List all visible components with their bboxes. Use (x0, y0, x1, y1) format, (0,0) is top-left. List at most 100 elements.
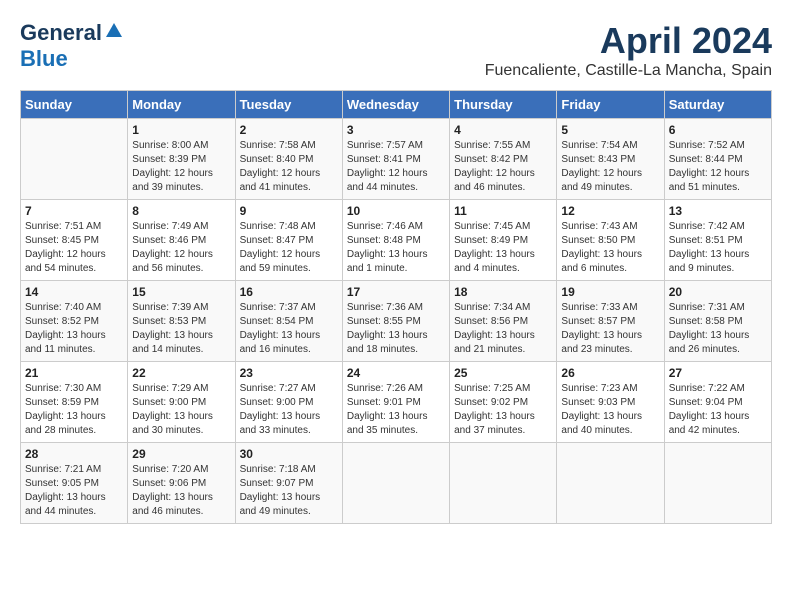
day-number: 30 (240, 447, 338, 461)
day-number: 10 (347, 204, 445, 218)
day-content: Sunrise: 7:31 AM Sunset: 8:58 PM Dayligh… (669, 301, 767, 357)
calendar-week-4: 21Sunrise: 7:30 AM Sunset: 8:59 PM Dayli… (21, 362, 772, 443)
day-content: Sunrise: 7:22 AM Sunset: 9:04 PM Dayligh… (669, 382, 767, 438)
day-number: 8 (132, 204, 230, 218)
day-content: Sunrise: 7:33 AM Sunset: 8:57 PM Dayligh… (561, 301, 659, 357)
calendar-cell (664, 443, 771, 524)
calendar-cell: 29 Sunrise: 7:20 AM Sunset: 9:06 PM Dayli… (128, 443, 235, 524)
header-cell-thursday: Thursday (450, 91, 557, 119)
day-number: 26 (561, 366, 659, 380)
header-cell-friday: Friday (557, 91, 664, 119)
day-number: 13 (669, 204, 767, 218)
calendar-cell: 2 Sunrise: 7:58 AM Sunset: 8:40 PM Daylig… (235, 119, 342, 200)
day-content: Sunrise: 7:57 AM Sunset: 8:41 PM Dayligh… (347, 139, 445, 195)
day-content: Sunrise: 7:26 AM Sunset: 9:01 PM Dayligh… (347, 382, 445, 438)
logo: General Blue (20, 20, 124, 72)
day-content: Sunrise: 7:39 AM Sunset: 8:53 PM Dayligh… (132, 301, 230, 357)
day-number: 7 (25, 204, 123, 218)
day-content: Sunrise: 7:21 AM Sunset: 9:05 PM Dayligh… (25, 463, 123, 519)
header-cell-monday: Monday (128, 91, 235, 119)
day-content: Sunrise: 7:51 AM Sunset: 8:45 PM Dayligh… (25, 220, 123, 276)
page-subtitle: Fuencaliente, Castille-La Mancha, Spain (485, 62, 772, 80)
day-number: 27 (669, 366, 767, 380)
logo-blue: Blue (20, 46, 68, 71)
calendar-cell: 14 Sunrise: 7:40 AM Sunset: 8:52 PM Dayli… (21, 281, 128, 362)
calendar-cell: 18Sunrise: 7:34 AM Sunset: 8:56 PM Dayli… (450, 281, 557, 362)
header-cell-sunday: Sunday (21, 91, 128, 119)
day-number: 11 (454, 204, 552, 218)
calendar-cell: 3 Sunrise: 7:57 AM Sunset: 8:41 PM Daylig… (342, 119, 449, 200)
day-number: 20 (669, 285, 767, 299)
calendar-week-1: 1Sunrise: 8:00 AM Sunset: 8:39 PM Daylig… (21, 119, 772, 200)
calendar-cell: 9Sunrise: 7:48 AM Sunset: 8:47 PM Daylig… (235, 200, 342, 281)
calendar-cell: 28 Sunrise: 7:21 AM Sunset: 9:05 PM Dayli… (21, 443, 128, 524)
day-number: 14 (25, 285, 123, 299)
calendar-cell: 7 Sunrise: 7:51 AM Sunset: 8:45 PM Daylig… (21, 200, 128, 281)
day-number: 2 (240, 123, 338, 137)
calendar-cell (21, 119, 128, 200)
day-content: Sunrise: 7:48 AM Sunset: 8:47 PM Dayligh… (240, 220, 338, 276)
calendar-week-2: 7 Sunrise: 7:51 AM Sunset: 8:45 PM Daylig… (21, 200, 772, 281)
day-content: Sunrise: 7:37 AM Sunset: 8:54 PM Dayligh… (240, 301, 338, 357)
calendar-cell: 25Sunrise: 7:25 AM Sunset: 9:02 PM Dayli… (450, 362, 557, 443)
header-cell-saturday: Saturday (664, 91, 771, 119)
day-content: Sunrise: 7:40 AM Sunset: 8:52 PM Dayligh… (25, 301, 123, 357)
calendar-cell: 13Sunrise: 7:42 AM Sunset: 8:51 PM Dayli… (664, 200, 771, 281)
calendar-cell (557, 443, 664, 524)
day-number: 19 (561, 285, 659, 299)
title-area: April 2024 Fuencaliente, Castille-La Man… (485, 20, 772, 80)
day-number: 22 (132, 366, 230, 380)
day-number: 5 (561, 123, 659, 137)
calendar-cell: 1Sunrise: 8:00 AM Sunset: 8:39 PM Daylig… (128, 119, 235, 200)
calendar-cell: 11 Sunrise: 7:45 AM Sunset: 8:49 PM Dayli… (450, 200, 557, 281)
calendar-cell (342, 443, 449, 524)
day-content: Sunrise: 7:49 AM Sunset: 8:46 PM Dayligh… (132, 220, 230, 276)
day-number: 24 (347, 366, 445, 380)
day-content: Sunrise: 7:58 AM Sunset: 8:40 PM Dayligh… (240, 139, 338, 195)
day-number: 1 (132, 123, 230, 137)
header-cell-tuesday: Tuesday (235, 91, 342, 119)
day-number: 3 (347, 123, 445, 137)
day-number: 16 (240, 285, 338, 299)
calendar-cell (450, 443, 557, 524)
day-number: 28 (25, 447, 123, 461)
day-number: 18 (454, 285, 552, 299)
day-content: Sunrise: 7:23 AM Sunset: 9:03 PM Dayligh… (561, 382, 659, 438)
calendar-header-row: SundayMondayTuesdayWednesdayThursdayFrid… (21, 91, 772, 119)
day-number: 23 (240, 366, 338, 380)
day-number: 6 (669, 123, 767, 137)
calendar-cell: 26 Sunrise: 7:23 AM Sunset: 9:03 PM Dayli… (557, 362, 664, 443)
logo-general: General (20, 20, 102, 46)
calendar-cell: 27 Sunrise: 7:22 AM Sunset: 9:04 PM Dayli… (664, 362, 771, 443)
day-content: Sunrise: 7:30 AM Sunset: 8:59 PM Dayligh… (25, 382, 123, 438)
header-cell-wednesday: Wednesday (342, 91, 449, 119)
day-content: Sunrise: 7:27 AM Sunset: 9:00 PM Dayligh… (240, 382, 338, 438)
day-content: Sunrise: 7:18 AM Sunset: 9:07 PM Dayligh… (240, 463, 338, 519)
calendar-cell: 4Sunrise: 7:55 AM Sunset: 8:42 PM Daylig… (450, 119, 557, 200)
calendar-cell: 30 Sunrise: 7:18 AM Sunset: 9:07 PM Dayli… (235, 443, 342, 524)
day-content: Sunrise: 7:36 AM Sunset: 8:55 PM Dayligh… (347, 301, 445, 357)
calendar-body: 1Sunrise: 8:00 AM Sunset: 8:39 PM Daylig… (21, 119, 772, 524)
calendar-cell: 23 Sunrise: 7:27 AM Sunset: 9:00 PM Dayli… (235, 362, 342, 443)
day-number: 17 (347, 285, 445, 299)
page-title: April 2024 (485, 20, 772, 62)
day-content: Sunrise: 7:20 AM Sunset: 9:06 PM Dayligh… (132, 463, 230, 519)
calendar-cell: 5Sunrise: 7:54 AM Sunset: 8:43 PM Daylig… (557, 119, 664, 200)
day-number: 29 (132, 447, 230, 461)
calendar-cell: 17 Sunrise: 7:36 AM Sunset: 8:55 PM Dayli… (342, 281, 449, 362)
day-content: Sunrise: 7:55 AM Sunset: 8:42 PM Dayligh… (454, 139, 552, 195)
calendar-cell: 20 Sunrise: 7:31 AM Sunset: 8:58 PM Dayli… (664, 281, 771, 362)
calendar-cell: 19 Sunrise: 7:33 AM Sunset: 8:57 PM Dayli… (557, 281, 664, 362)
day-content: Sunrise: 7:52 AM Sunset: 8:44 PM Dayligh… (669, 139, 767, 195)
calendar-week-5: 28 Sunrise: 7:21 AM Sunset: 9:05 PM Dayli… (21, 443, 772, 524)
calendar-cell: 15 Sunrise: 7:39 AM Sunset: 8:53 PM Dayli… (128, 281, 235, 362)
day-content: Sunrise: 7:29 AM Sunset: 9:00 PM Dayligh… (132, 382, 230, 438)
day-number: 12 (561, 204, 659, 218)
calendar-table: SundayMondayTuesdayWednesdayThursdayFrid… (20, 90, 772, 524)
calendar-cell: 16 Sunrise: 7:37 AM Sunset: 8:54 PM Dayli… (235, 281, 342, 362)
calendar-week-3: 14 Sunrise: 7:40 AM Sunset: 8:52 PM Dayli… (21, 281, 772, 362)
calendar-cell: 10Sunrise: 7:46 AM Sunset: 8:48 PM Dayli… (342, 200, 449, 281)
day-content: Sunrise: 7:45 AM Sunset: 8:49 PM Dayligh… (454, 220, 552, 276)
day-number: 15 (132, 285, 230, 299)
calendar-cell: 22 Sunrise: 7:29 AM Sunset: 9:00 PM Dayli… (128, 362, 235, 443)
